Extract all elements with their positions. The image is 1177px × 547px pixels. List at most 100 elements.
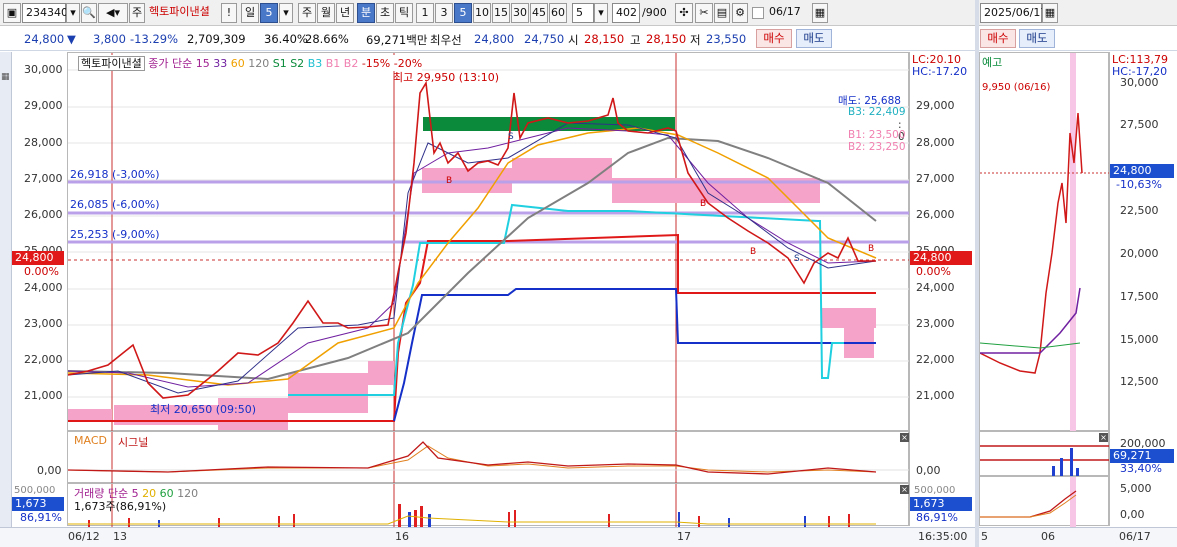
open-label: 시 xyxy=(568,33,579,47)
mini-y-tick: 30,000 xyxy=(1120,76,1159,89)
mini-high-note: 9,950 (06/16) xyxy=(982,82,1051,93)
calendar-icon[interactable]: ▦ xyxy=(1042,3,1058,23)
volume-tag: 1,673 xyxy=(12,497,64,511)
volume-tag-right: 1,673 xyxy=(910,497,972,511)
svg-text:S: S xyxy=(508,132,514,142)
mini-chart-pane[interactable]: 9,950 (06/16) 예고 xyxy=(979,52,1110,432)
minute-3[interactable]: 3 xyxy=(435,3,453,23)
stock-code-input[interactable]: 234340 xyxy=(22,3,68,23)
right-buy-button[interactable]: 매수 xyxy=(980,29,1016,48)
grid-icon[interactable]: ▦ xyxy=(1,72,10,82)
volume-tag-pct-right: 86,91% xyxy=(916,511,958,524)
stock-type-icon[interactable]: 주 xyxy=(129,3,145,23)
minute-30[interactable]: 30 xyxy=(511,3,529,23)
macd-svg xyxy=(68,432,910,484)
macd-left-axis: 0,00 xyxy=(12,431,67,483)
tab-minute[interactable]: 분 xyxy=(357,3,375,23)
volume-value: 2,709,309 xyxy=(187,32,246,46)
buy-button[interactable]: 매수 xyxy=(756,29,792,48)
calendar-icon[interactable]: ▦ xyxy=(812,3,828,23)
tab-interval[interactable]: 5 xyxy=(260,3,278,23)
right-quote-bar: 매수 매도 xyxy=(978,27,1177,51)
tab-yearly[interactable]: 년 xyxy=(336,3,354,23)
tab-daily[interactable]: 일 xyxy=(241,3,259,23)
sell-button[interactable]: 매도 xyxy=(796,29,832,48)
y-tick: 23,000 xyxy=(916,317,955,330)
search-icon[interactable]: 🔍 xyxy=(81,3,97,23)
low-label: 저 xyxy=(690,33,701,47)
b3-info: B3: 22,409 xyxy=(848,106,906,118)
minute-45[interactable]: 45 xyxy=(530,3,548,23)
y-tick: 27,000 xyxy=(916,172,955,185)
minute-1[interactable]: 1 xyxy=(416,3,434,23)
macd-pane[interactable]: MACD 시그널 × xyxy=(67,431,910,484)
volume-top-tick: 500,000 xyxy=(14,485,56,496)
count-input[interactable]: 402 xyxy=(612,3,640,23)
date-field[interactable]: 06/17 xyxy=(766,3,810,23)
mini-volume-svg xyxy=(980,445,1110,477)
legend-s2: S2 xyxy=(290,57,305,70)
left-price-pct: 0.00% xyxy=(24,265,59,278)
chevron-down-icon[interactable]: ▾ xyxy=(66,3,80,23)
minute-60[interactable]: 60 xyxy=(549,3,567,23)
y-tick: 23,000 xyxy=(24,317,63,330)
date-checkbox[interactable] xyxy=(752,7,764,19)
trade-amount: 69,271백만 xyxy=(366,33,428,47)
right-toolbar: 2025/06/17 ▦ xyxy=(978,0,1177,26)
change-pct: -13.29% xyxy=(130,32,178,46)
crosshair-icon[interactable]: ✣ xyxy=(675,3,693,23)
sound-icon[interactable]: ◀▾ xyxy=(98,3,128,23)
close-icon[interactable]: × xyxy=(900,485,909,494)
scissors-icon[interactable]: ✂ xyxy=(695,3,713,23)
svg-text:B: B xyxy=(700,199,706,209)
left-price-tag: 24,800 xyxy=(12,251,64,265)
level-label-6pct: 26,085 (-6,00%) xyxy=(70,198,160,211)
turnover-pct: 36.40% xyxy=(264,32,308,46)
minute-15[interactable]: 15 xyxy=(492,3,510,23)
high-value: 28,150 xyxy=(646,32,687,46)
chevron-down-icon[interactable]: ▾ xyxy=(279,3,293,23)
alert-icon[interactable]: ! xyxy=(221,3,237,23)
mini-x-label: 06/17 xyxy=(1119,530,1151,543)
svg-text:B: B xyxy=(750,247,756,257)
macd-signal-label: 시그널 xyxy=(118,436,149,449)
chevron-down-icon[interactable]: ▾ xyxy=(594,3,608,23)
minute-5[interactable]: 5 xyxy=(454,3,472,23)
minute-10[interactable]: 10 xyxy=(473,3,491,23)
close-icon[interactable]: × xyxy=(900,433,909,442)
y-tick: 30,000 xyxy=(24,63,63,76)
menu-icon[interactable]: ▣ xyxy=(3,3,21,23)
chart-legend: 헥토파이낸셜 종가 단순 15 33 60 120 S1 S2 B3 B1 B2… xyxy=(78,55,423,71)
tab-monthly[interactable]: 월 xyxy=(317,3,335,23)
right-sell-button[interactable]: 매도 xyxy=(1019,29,1055,48)
tab-second[interactable]: 초 xyxy=(376,3,394,23)
save-icon[interactable]: ▤ xyxy=(714,3,730,23)
mini-y-tick: 15,000 xyxy=(1120,333,1159,346)
tab-tick[interactable]: 틱 xyxy=(395,3,413,23)
y-tick: 24,000 xyxy=(916,281,955,294)
close-icon[interactable]: × xyxy=(1099,433,1108,442)
mini-vol-pct: 33,40% xyxy=(1120,462,1162,475)
macd-right-axis: 0,00 xyxy=(909,431,975,483)
interval-input[interactable]: 5 xyxy=(572,3,594,23)
y-tick: 29,000 xyxy=(24,99,63,112)
right-date-field[interactable]: 2025/06/17 xyxy=(980,3,1047,23)
right-price-pct: 0.00% xyxy=(916,265,951,278)
volume-tag-pct: 86,91% xyxy=(20,511,62,524)
y-tick: 22,000 xyxy=(916,353,955,366)
volume-pane[interactable]: 거래량 단순 5 20 60 120 1,673주(86,91%) × xyxy=(67,483,909,527)
volume-left-axis: 500,000 1,673 86,91% xyxy=(12,483,67,526)
legend-name: 헥토파이낸셜 xyxy=(78,56,145,71)
mini-volume-pane[interactable]: × xyxy=(979,431,1110,477)
x-label-13: 13 xyxy=(113,530,127,543)
mini-macd-tick: 5,000 xyxy=(1120,482,1152,495)
gear-icon[interactable]: ⚙ xyxy=(732,3,748,23)
tab-weekly[interactable]: 주 xyxy=(298,3,316,23)
mini-x-label: 5 xyxy=(981,530,988,543)
macd-zero: 0,00 xyxy=(37,464,62,477)
mini-macd-pane[interactable] xyxy=(979,476,1109,527)
y-tick: 28,000 xyxy=(916,136,955,149)
legend-ma-title: 종가 단순 15 xyxy=(148,57,210,70)
price-chart-pane[interactable]: B S B B S B 헥토파이낸셜 종가 단순 15 33 60 120 S1 S2… xyxy=(67,52,910,432)
legend-minus15: -15% xyxy=(361,57,391,70)
